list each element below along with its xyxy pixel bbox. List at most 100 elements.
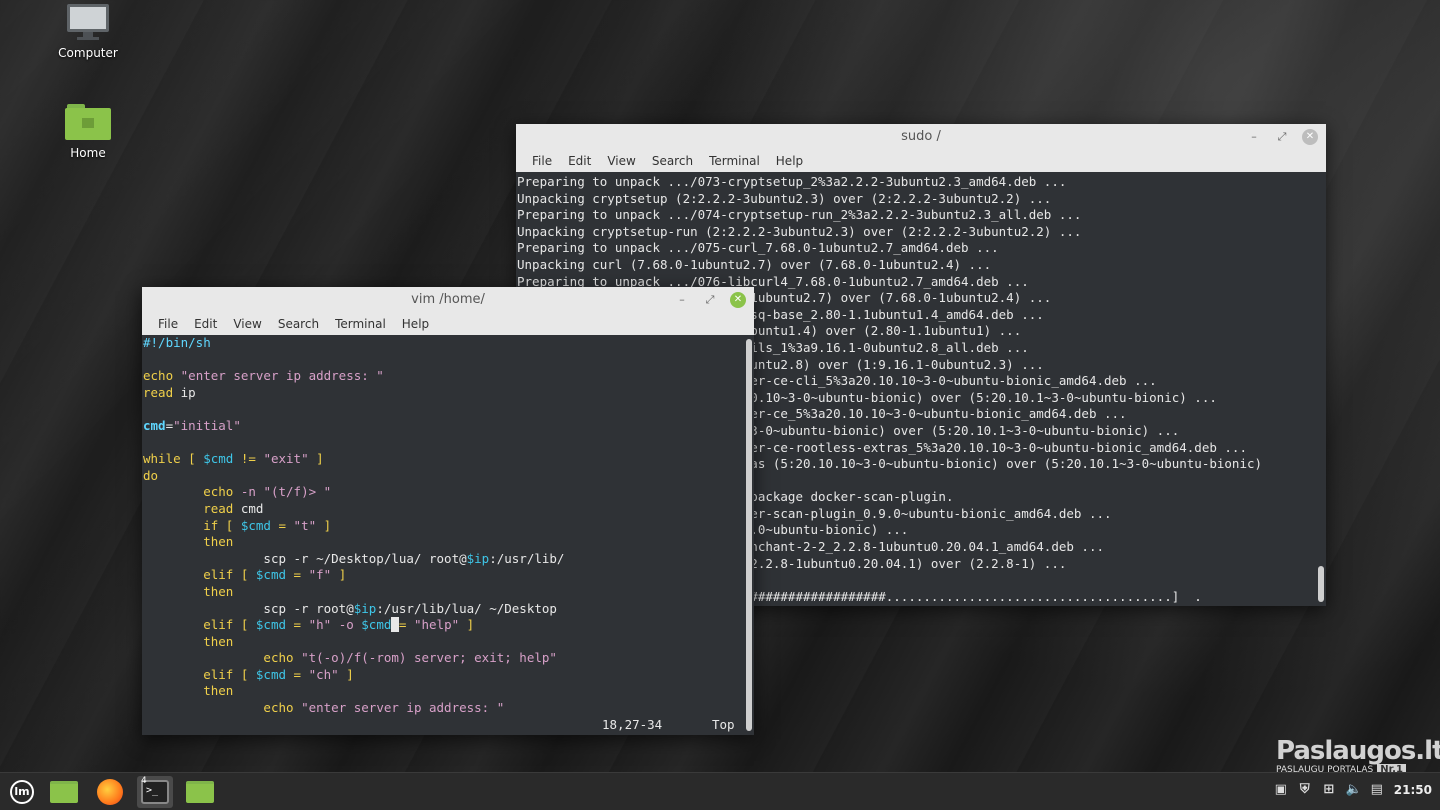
code-token: if <box>203 517 219 533</box>
code-token: -o <box>331 617 362 633</box>
text-cursor <box>391 617 399 633</box>
code-token: :/usr/lib/lua/ ~/Desktop <box>376 600 557 616</box>
scrollbar[interactable] <box>1318 566 1324 602</box>
code-token: $cmd <box>255 567 287 583</box>
code-token: "enter server ip address: " <box>180 368 384 384</box>
code-token: elif <box>203 567 234 583</box>
code-token: != <box>233 451 264 467</box>
code-token: "help" <box>413 617 460 633</box>
firefox-launcher[interactable] <box>92 776 128 808</box>
clipboard-icon[interactable]: ▣ <box>1274 783 1288 797</box>
code-token: do <box>143 467 159 483</box>
terminal-launcher[interactable]: >_ 4 <box>137 776 173 808</box>
code-token: = <box>398 617 407 633</box>
minimize-icon[interactable]: – <box>1246 129 1262 145</box>
maximize-icon[interactable]: ⤢ <box>702 292 718 308</box>
menu-help[interactable]: Help <box>394 317 437 331</box>
maximize-icon[interactable]: ⤢ <box>1274 129 1290 145</box>
cursor-position: 18,27-34 <box>602 717 663 732</box>
code-token: "enter server ip address: " <box>301 700 505 716</box>
window-title: sudo / <box>901 129 941 144</box>
firefox-icon <box>97 779 123 805</box>
notes-icon[interactable]: ▤ <box>1370 783 1384 797</box>
terminal-line: Unpacking cryptsetup (2:2.2.2-3ubuntu2.3… <box>517 190 1052 206</box>
watermark-brand: Paslaugos.lt <box>1276 736 1440 766</box>
clock[interactable]: 21:50 <box>1394 783 1432 797</box>
terminal-line: Unpacking cryptsetup-run (2:2.2.2-3ubunt… <box>517 223 1082 239</box>
window-title: vim /home/ <box>411 292 485 307</box>
menu-search[interactable]: Search <box>270 317 327 331</box>
menu-edit[interactable]: Edit <box>186 317 225 331</box>
code-token: "exit" <box>263 451 309 467</box>
code-token: elif <box>203 617 234 633</box>
terminal-line: Preparing to unpack .../074-cryptsetup-r… <box>517 207 1082 223</box>
code-token: scp -r root@ <box>263 600 354 616</box>
menu-file[interactable]: File <box>524 154 560 168</box>
code-token: -n <box>240 484 256 500</box>
window-titlebar[interactable]: vim /home/ – ⤢ ✕ <box>142 287 754 313</box>
vim-editor[interactable]: #!/bin/sh echo "enter server ip address:… <box>142 335 754 735</box>
code-token: [ <box>218 517 241 533</box>
menu-terminal[interactable]: Terminal <box>327 317 394 331</box>
menu-search[interactable]: Search <box>644 154 701 168</box>
menu-view[interactable]: View <box>225 317 269 331</box>
code-token: echo <box>263 700 294 716</box>
close-icon[interactable]: ✕ <box>1302 129 1318 145</box>
code-token: "initial" <box>173 417 241 433</box>
code-token: [ <box>233 567 256 583</box>
code-token: read <box>203 500 234 516</box>
scroll-position: Top <box>712 717 735 732</box>
volume-icon[interactable]: 🔈 <box>1346 783 1362 797</box>
menu-edit[interactable]: Edit <box>560 154 599 168</box>
computer-icon <box>65 4 111 40</box>
code-token: = <box>270 517 294 533</box>
desktop-icon-computer[interactable]: Computer <box>38 4 138 60</box>
menubar: File Edit View Search Terminal Help <box>142 313 754 335</box>
folder-icon <box>186 781 214 803</box>
menu-file[interactable]: File <box>150 317 186 331</box>
show-desktop-button[interactable] <box>46 776 82 808</box>
code-token: read <box>143 384 174 400</box>
network-icon[interactable]: ⊞ <box>1322 783 1336 797</box>
files-launcher[interactable] <box>182 776 218 808</box>
code-token: [ <box>233 617 256 633</box>
code-token: then <box>203 683 234 699</box>
code-token: "t" <box>293 517 317 533</box>
home-folder-icon <box>65 104 111 140</box>
code-token: echo <box>143 368 174 384</box>
code-token: ] <box>459 617 475 633</box>
code-token: echo <box>203 484 234 500</box>
vim-status-line: 18,27-34 Top <box>142 717 754 735</box>
code-token: then <box>203 583 234 599</box>
close-icon[interactable]: ✕ <box>730 292 746 308</box>
start-menu-button[interactable]: lm <box>4 776 40 808</box>
menu-help[interactable]: Help <box>768 154 811 168</box>
desktop-icon-label: Computer <box>58 46 118 60</box>
code-token: ] <box>308 451 324 467</box>
mint-logo-icon: lm <box>10 780 34 804</box>
code-token: "ch" <box>308 666 339 682</box>
code-token: cmd <box>143 417 166 433</box>
code-token: = <box>286 567 309 583</box>
code-token: ] <box>338 666 354 682</box>
code-token: = <box>286 666 309 682</box>
code-token: while <box>143 451 181 467</box>
shield-icon[interactable]: ⛨ <box>1298 783 1312 797</box>
code-token: = <box>165 417 174 433</box>
code-token: $cmd <box>255 666 287 682</box>
menu-view[interactable]: View <box>599 154 643 168</box>
menu-terminal[interactable]: Terminal <box>701 154 768 168</box>
scrollbar[interactable] <box>746 339 752 731</box>
minimize-icon[interactable]: – <box>674 292 690 308</box>
window-titlebar[interactable]: sudo / – ⤢ ✕ <box>516 124 1326 150</box>
desktop-icon-label: Home <box>70 146 106 160</box>
code-token: "t(-o)/f(-rom) server; exit; help" <box>301 650 557 666</box>
code-token: [ <box>233 666 256 682</box>
desktop-icon-home[interactable]: Home <box>38 104 138 160</box>
code-token: then <box>203 633 234 649</box>
menubar: File Edit View Search Terminal Help <box>516 150 1326 172</box>
code-token: $cmd <box>361 617 392 633</box>
terminal-line: Preparing to unpack .../073-cryptsetup_2… <box>517 174 1067 189</box>
vim-terminal-window[interactable]: vim /home/ – ⤢ ✕ File Edit View Search T… <box>142 287 754 735</box>
code-token: elif <box>203 666 234 682</box>
